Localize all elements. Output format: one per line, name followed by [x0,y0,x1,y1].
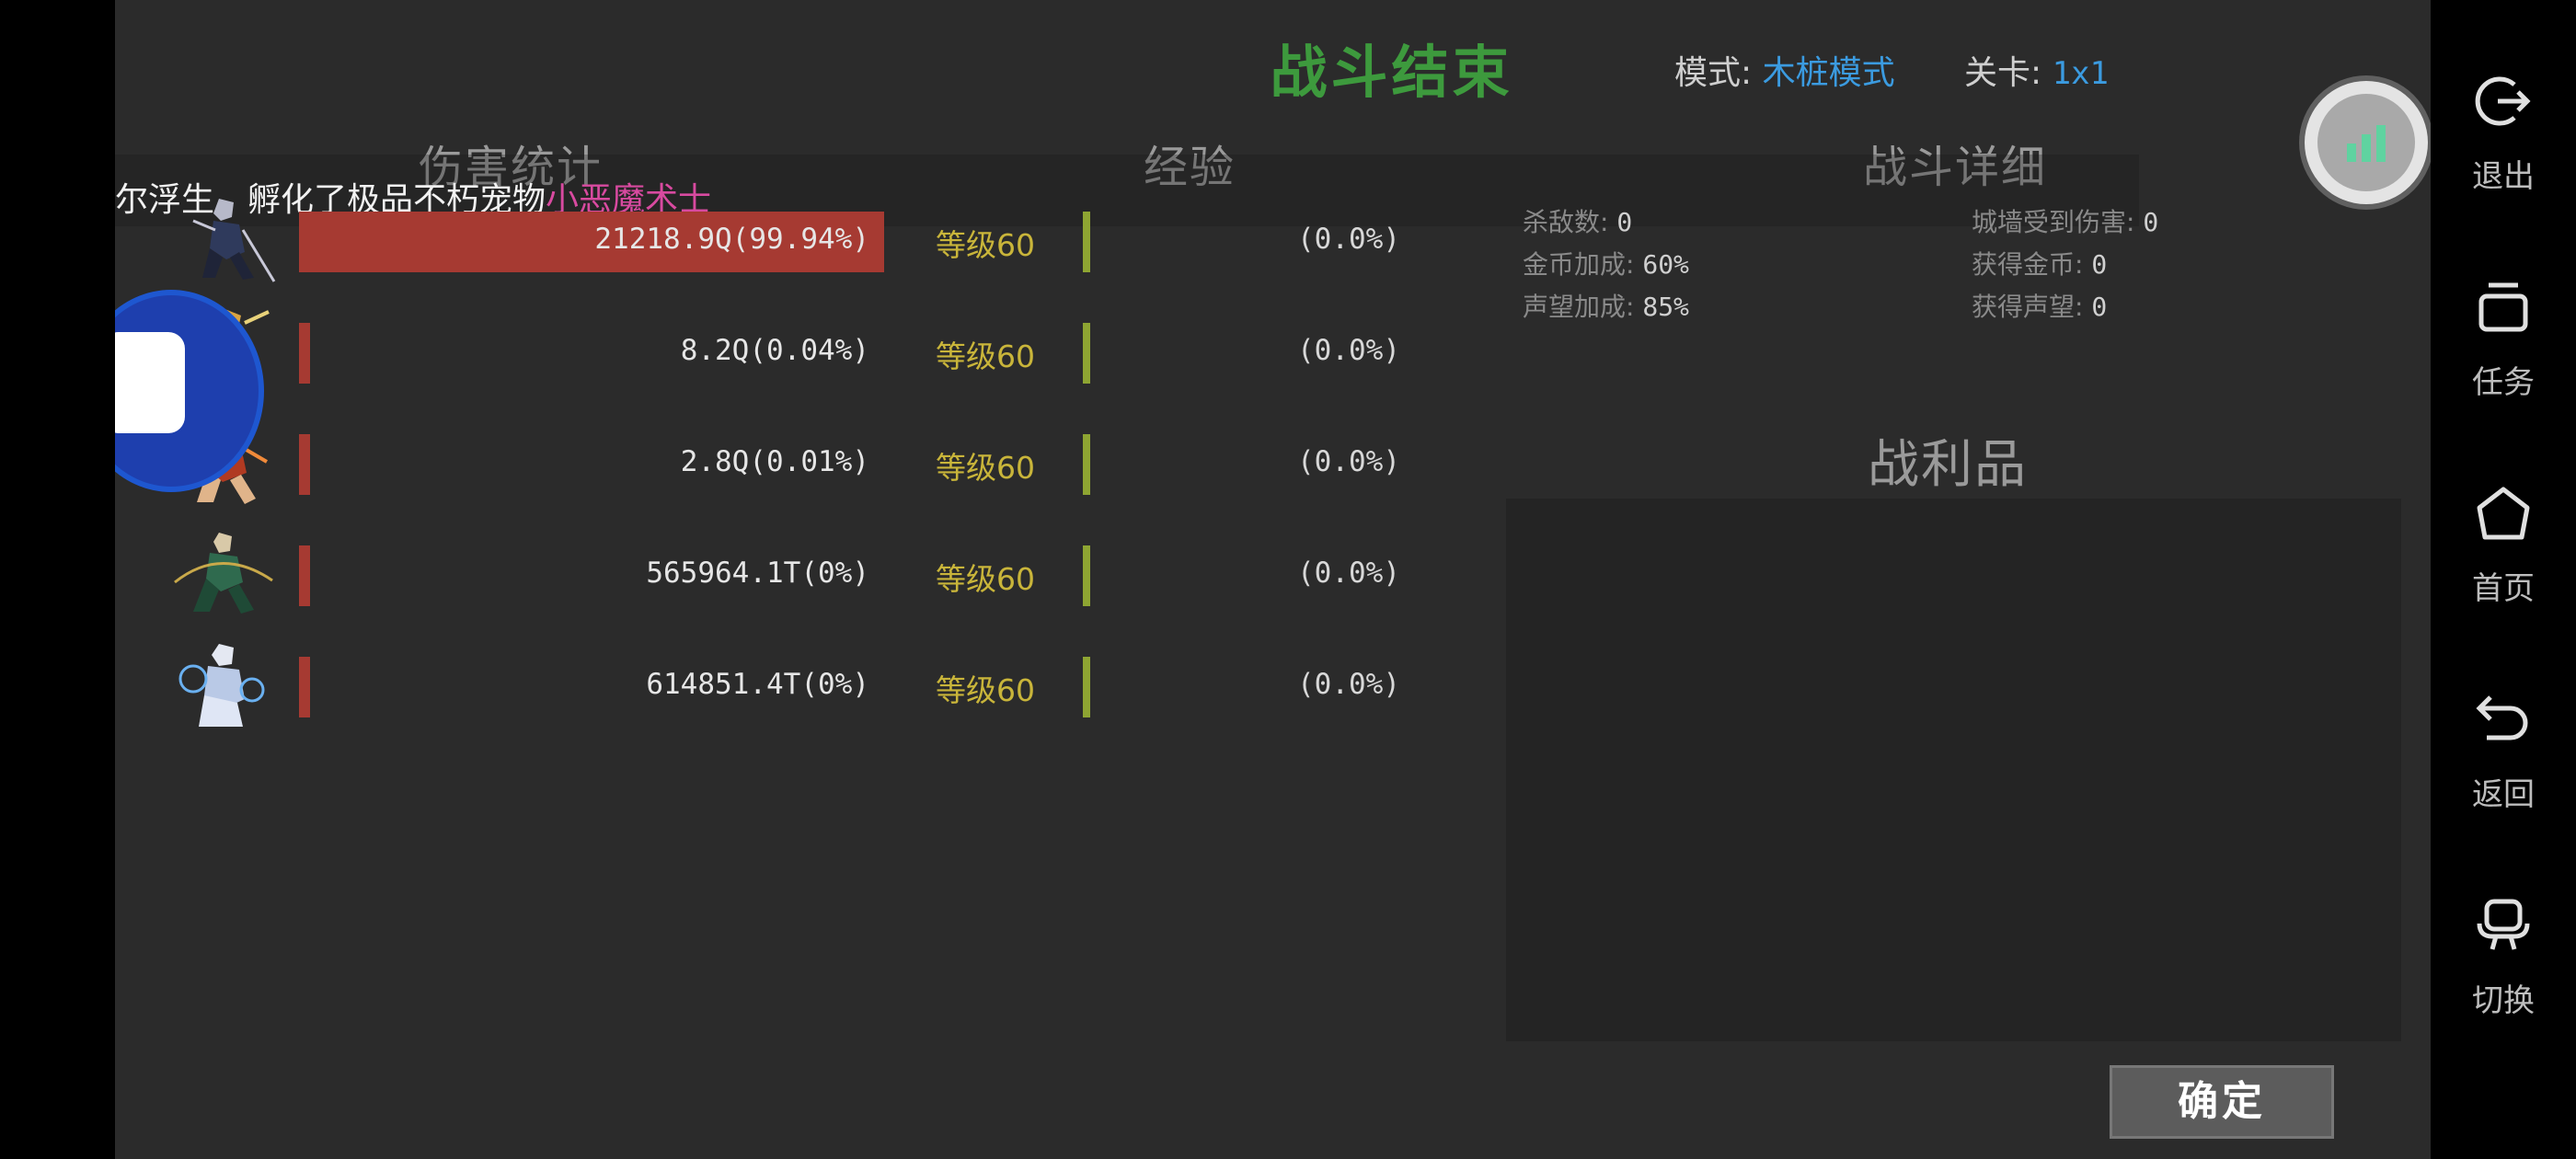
nav-switch-label: 切换 [2472,982,2535,1019]
exp-bar [1083,323,1090,384]
damage-bar-fill [299,657,310,717]
system-nav-bar: 退出 任务 首页 返回 切换 [2431,0,2576,1159]
stage-info: 关卡: 1x1 [1964,46,2109,94]
damage-bar: 8.2Q(0.04%) [299,323,884,384]
fame-gained-stat: 获得声望: 0 [1972,287,2107,324]
hero-level: 等级60 [936,450,1035,486]
fame-bonus-stat: 声望加成: 85% [1523,287,1689,324]
mode-label: 模式: [1674,54,1753,92]
nav-home-button[interactable]: 首页 [2431,484,2576,608]
wall-damage-value: 0 [2143,207,2159,237]
fame-gained-label: 获得声望: [1972,292,2084,322]
exp-bar [1083,434,1090,495]
wall-damage-stat: 城墙受到伤害: 0 [1972,202,2158,239]
damage-bar: 21218.9Q(99.94%) [299,212,884,272]
swordsman-portrait [192,199,276,282]
ice-mage-portrait [178,644,265,727]
gold-bonus-stat: 金币加成: 60% [1523,245,1689,281]
nav-back-label: 返回 [2472,776,2535,813]
damage-bar: 614851.4T(0%) [299,657,884,717]
archer-portrait [174,533,273,614]
fame-gained-value: 0 [2091,292,2108,322]
damage-value: 614851.4T(0%) [646,668,869,701]
exp-value: (0.0%) [1297,668,1400,701]
loot-heading: 战利品 [1868,435,2028,495]
loot-panel [1506,499,2401,1041]
exp-value: (0.0%) [1297,334,1400,367]
gold-gained-value: 0 [2091,249,2108,280]
back-icon [2476,695,2528,740]
hero-row: 614851.4T(0%) 等级60 (0.0%) [115,644,1495,727]
nav-exit-label: 退出 [2472,158,2535,195]
damage-value: 2.8Q(0.01%) [680,445,869,478]
nav-home-label: 首页 [2472,570,2535,607]
nav-switch-button[interactable]: 切换 [2431,896,2576,1020]
gold-gained-stat: 获得金币: 0 [1972,245,2107,281]
exp-value: (0.0%) [1297,445,1400,478]
nav-exit-button[interactable]: 退出 [2431,72,2576,196]
fame-bonus-value: 85% [1642,292,1689,322]
mode-value: 木桩模式 [1762,54,1895,92]
kills-value: 0 [1616,207,1633,237]
fame-bonus-label: 声望加成: [1523,292,1635,322]
exp-bar [1083,545,1090,606]
gold-bonus-label: 金币加成: [1523,249,1635,280]
wall-damage-label: 城墙受到伤害: [1972,207,2135,237]
robot-icon [115,332,185,433]
gold-gained-label: 获得金币: [1972,249,2084,280]
damage-bar-fill [299,545,310,606]
exp-bar [1083,657,1090,717]
nav-back-button[interactable]: 返回 [2431,690,2576,814]
hero-level: 等级60 [936,339,1035,374]
performance-float-inner [2317,94,2415,191]
kills-stat: 杀敌数: 0 [1523,202,1632,239]
switch-icon [2477,899,2530,950]
damage-bar-fill [299,323,310,384]
hero-level: 等级60 [936,227,1035,263]
hero-row: 21218.9Q(99.94%) 等级60 (0.0%) [115,199,1495,282]
exp-bar [1083,212,1090,272]
performance-float-button[interactable] [2305,81,2428,204]
hero-row: 2.8Q(0.01%) 等级60 (0.0%) [115,421,1495,504]
stage-value: 1x1 [2052,55,2110,92]
bar-chart-icon [2347,125,2386,162]
kills-label: 杀敌数: [1523,207,1609,237]
damage-bar: 2.8Q(0.01%) [299,434,884,495]
damage-value: 21218.9Q(99.94%) [594,223,869,256]
damage-value: 8.2Q(0.04%) [680,334,869,367]
damage-bar-fill [299,434,310,495]
battle-result-screen: 战斗结束 模式: 木桩模式 关卡: 1x1 伤害统计 经验 战斗详细 尔浮生，孵… [115,0,2431,1159]
hero-row: 8.2Q(0.04%) 等级60 (0.0%) [115,308,1495,393]
gold-bonus-value: 60% [1642,249,1689,280]
page-title: 战斗结束 [1270,39,1513,106]
home-icon [2477,487,2530,540]
hero-row: 565964.1T(0%) 等级60 (0.0%) [115,533,1495,614]
exp-value: (0.0%) [1297,557,1400,590]
hero-level: 等级60 [936,672,1035,708]
stage-label: 关卡: [1964,54,2042,92]
hero-level: 等级60 [936,561,1035,597]
damage-value: 565964.1T(0%) [646,557,869,590]
nav-tasks-label: 任务 [2472,364,2535,401]
tasks-icon [2478,282,2528,332]
exit-icon [2475,76,2531,126]
mode-info: 模式: 木桩模式 [1674,46,1895,94]
exp-value: (0.0%) [1297,223,1400,256]
confirm-button[interactable]: 确定 [2110,1065,2334,1139]
damage-bar: 565964.1T(0%) [299,545,884,606]
nav-tasks-button[interactable]: 任务 [2431,278,2576,402]
